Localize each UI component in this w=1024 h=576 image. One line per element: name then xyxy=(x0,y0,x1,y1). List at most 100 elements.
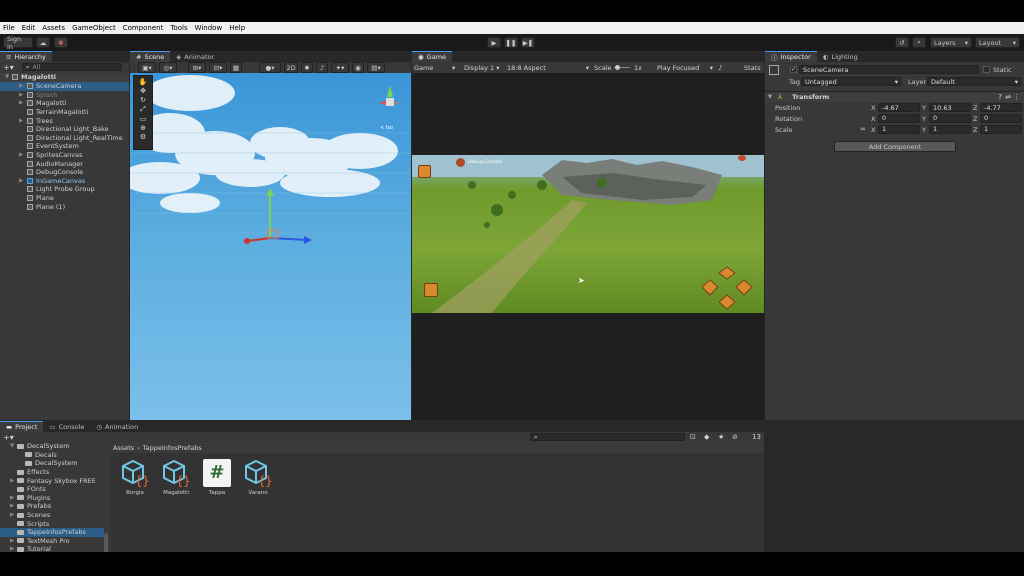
project-folder-item[interactable]: ▶ Tutorial xyxy=(0,545,104,552)
ui-map-icon[interactable] xyxy=(424,283,438,297)
hierarchy-item[interactable]: ▶ Trees xyxy=(0,116,129,125)
asset-item[interactable]: {} Magalotti xyxy=(156,459,196,496)
project-folder-item[interactable]: ▶ Fantasy Skybox FREE xyxy=(0,476,104,485)
play-button[interactable]: ▶ xyxy=(487,37,501,48)
link-icon[interactable]: ∞ xyxy=(860,125,866,133)
layout-dropdown[interactable]: Layout ▾ xyxy=(975,37,1020,48)
expand-icon[interactable]: ▼ xyxy=(10,443,17,449)
history-icon[interactable]: ↺ xyxy=(895,37,909,48)
project-folder-item[interactable]: FOnts xyxy=(0,485,104,494)
tab-console[interactable]: ▭ Console xyxy=(43,421,90,432)
play-focused-dropdown[interactable]: Play Focused ▾ xyxy=(657,64,713,72)
project-folder-item[interactable]: DecalSystem xyxy=(0,459,104,468)
favorites-icon[interactable]: ★ xyxy=(718,433,724,441)
project-folder-item[interactable]: Scripts xyxy=(0,519,104,528)
view-tool-icon[interactable]: ✋ xyxy=(139,78,148,86)
hierarchy-root[interactable]: ▼ Magalotti xyxy=(0,73,129,82)
collab-icon[interactable]: ✱ xyxy=(54,37,68,48)
layer-dropdown[interactable]: Default ▾ xyxy=(927,77,1021,86)
expand-icon[interactable]: ▶ xyxy=(10,478,17,484)
toggle-2d-button[interactable]: 2D xyxy=(284,62,298,73)
expand-icon[interactable]: ▶ xyxy=(10,503,17,509)
expand-icon[interactable]: ▶ xyxy=(19,100,26,106)
transform-tool-icon[interactable]: ⊕ xyxy=(140,124,146,132)
menu-component[interactable]: Component xyxy=(123,24,164,32)
snap-icon[interactable]: ⊟▾ xyxy=(209,62,227,73)
project-folder-item[interactable]: ▶ Scenes xyxy=(0,511,104,520)
hierarchy-item[interactable]: Directional Light_Bake xyxy=(0,125,129,134)
scale-x-field[interactable]: 1 xyxy=(878,124,920,134)
hierarchy-item[interactable]: ▶ Magalotti xyxy=(0,99,129,108)
visibility-icon[interactable]: ◉ xyxy=(352,62,364,73)
pause-button[interactable]: ❚❚ xyxy=(504,37,518,48)
transform-header[interactable]: ▼ ⅄ Transform ? ⇌ ⋮ xyxy=(765,91,1024,102)
object-name-field[interactable]: SceneCamera xyxy=(799,65,979,74)
asset-item[interactable]: # Tappa xyxy=(197,459,237,496)
active-checkbox[interactable]: ✓ xyxy=(790,66,797,73)
hierarchy-item[interactable]: Directional Light_RealTime xyxy=(0,134,129,143)
menu-assets[interactable]: Assets xyxy=(42,24,65,32)
hierarchy-item[interactable]: ▶ SceneCamera xyxy=(0,82,129,91)
add-icon[interactable]: +▾ xyxy=(3,63,14,72)
render-mode-icon[interactable]: ●▾ xyxy=(259,62,281,73)
scale-z-field[interactable]: 1 xyxy=(980,124,1022,134)
mute-icon[interactable]: ♪ xyxy=(718,64,722,72)
static-checkbox[interactable] xyxy=(983,66,990,73)
menu-edit[interactable]: Edit xyxy=(22,24,36,32)
project-folder-item[interactable]: ▶ Prefabs xyxy=(0,502,104,511)
camera-icon[interactable]: ▤▾ xyxy=(367,62,385,73)
add-icon[interactable]: +▾ xyxy=(3,433,14,442)
pivot-icon[interactable]: ⊞▾ xyxy=(188,62,206,73)
menu-tools[interactable]: Tools xyxy=(170,24,187,32)
scene-viewport[interactable]: ✋ ✥ ↻ ⤢ ▭ ⊕ ⚙ < Iso xyxy=(130,73,411,420)
gizmo-toggle-icon[interactable]: ◎▾ xyxy=(159,62,177,73)
expand-icon[interactable]: ▶ xyxy=(19,178,26,184)
help-icon[interactable]: ? xyxy=(998,93,1002,101)
hierarchy-item[interactable]: ▶ SpritesCanvas xyxy=(0,151,129,160)
custom-tool-icon[interactable]: ⚙ xyxy=(140,133,146,141)
project-folder-item[interactable]: ▶ Plugins xyxy=(0,494,104,503)
eye-icon[interactable]: ⊘ xyxy=(732,433,738,441)
hierarchy-item[interactable]: Light Probe Group xyxy=(0,185,129,194)
cloud-icon[interactable]: ☁ xyxy=(36,37,50,48)
orientation-gizmo-icon[interactable] xyxy=(373,81,407,125)
expand-icon[interactable]: ▶ xyxy=(10,512,17,518)
collapse-icon[interactable]: ▼ xyxy=(768,94,772,100)
tab-inspector[interactable]: ⓘ Inspector xyxy=(765,51,817,62)
hierarchy-item[interactable]: ▶ InGameCanvas xyxy=(0,177,129,186)
move-tool-icon[interactable]: ✥ xyxy=(140,87,146,95)
scale-tool-icon[interactable]: ⤢ xyxy=(140,105,146,114)
hierarchy-item[interactable]: ▶ Splash xyxy=(0,91,129,100)
project-folder-item[interactable]: ▶ TextMesh Pro xyxy=(0,537,104,546)
tab-game[interactable]: ◉ Game xyxy=(412,51,453,62)
tab-hierarchy[interactable]: ≡ Hierarchy xyxy=(0,51,52,62)
hierarchy-item[interactable]: TerrainMagalotti xyxy=(0,108,129,117)
position-y-field[interactable]: 10.63 xyxy=(929,103,971,112)
ui-book-icon[interactable] xyxy=(418,165,431,178)
game-viewport[interactable]: Debug Console ➤ xyxy=(412,155,764,313)
audio-icon[interactable]: ♪ xyxy=(316,62,328,73)
expand-icon[interactable]: ▶ xyxy=(10,495,17,501)
step-button[interactable]: ▶❚ xyxy=(521,37,535,48)
hierarchy-item[interactable]: AudioManager xyxy=(0,159,129,168)
asset-item[interactable]: {} Varano xyxy=(238,459,278,496)
scale-y-field[interactable]: 1 xyxy=(929,124,971,134)
layers-dropdown[interactable]: Layers ▾ xyxy=(930,37,972,48)
tab-scene[interactable]: # Scene xyxy=(130,51,171,62)
grid-snap-icon[interactable]: ▦ xyxy=(230,62,242,73)
stats-button[interactable]: Stats xyxy=(744,64,761,72)
tab-animation[interactable]: ◷ Animation xyxy=(90,421,144,432)
move-handle-icon[interactable] xyxy=(240,188,320,258)
hierarchy-item[interactable]: Plane xyxy=(0,194,129,203)
position-z-field[interactable]: -4.77 xyxy=(980,103,1022,112)
tree-scrollbar[interactable] xyxy=(104,533,108,552)
shading-mode-icon[interactable]: ▣▾ xyxy=(138,62,156,73)
sign-in-button[interactable]: Sign in xyxy=(3,35,33,51)
effects-icon[interactable]: ✦▾ xyxy=(331,62,349,73)
project-search-input[interactable]: ⌕ xyxy=(530,433,685,441)
tab-lighting[interactable]: ◐ Lighting xyxy=(817,51,864,62)
search-icon[interactable]: ⌕ xyxy=(912,37,926,48)
position-x-field[interactable]: -4.67 xyxy=(878,103,920,112)
filter-type-icon[interactable]: ⊡ xyxy=(690,433,696,441)
expand-icon[interactable]: ▶ xyxy=(19,92,26,98)
